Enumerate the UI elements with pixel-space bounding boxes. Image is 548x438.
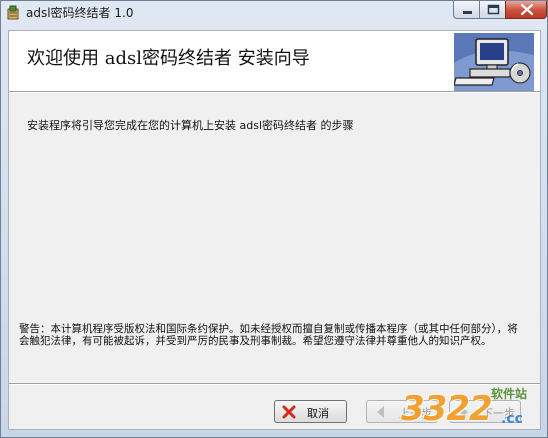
maximize-icon — [487, 4, 500, 15]
computer-disk-icon — [454, 33, 534, 91]
close-icon — [520, 3, 534, 16]
wizard-client-area: 欢迎使用 adsl密码终结者 安装向导 安装程序将引导您完成在您的计算机上安装 … — [8, 30, 541, 430]
copyright-warning: 警告：本计算机程序受版权法和国际条约保护。如未经授权而擅自复制或传播本程序（或其… — [19, 323, 518, 347]
intro-text: 安装程序将引导您完成在您的计算机上安装 adsl密码终结者 的步骤 — [27, 119, 354, 132]
watermark-suffix: .cc — [501, 411, 523, 427]
minimize-icon — [463, 11, 472, 14]
close-button[interactable] — [505, 1, 547, 19]
cancel-x-icon — [282, 405, 296, 419]
installer-app-icon — [7, 5, 19, 20]
maximize-button[interactable] — [479, 1, 506, 19]
window-title: adsl密码终结者 1.0 — [26, 6, 134, 20]
arrow-left-icon — [377, 406, 384, 418]
watermark-number: 3322 — [401, 389, 493, 429]
installer-window: adsl密码终结者 1.0 欢迎使用 adsl密码终结者 安装向导 安装程序将引… — [0, 0, 548, 438]
minimize-button[interactable] — [453, 1, 480, 19]
header-divider — [9, 91, 540, 93]
title-bar[interactable]: adsl密码终结者 1.0 — [1, 1, 547, 23]
watermark-logo: 软件站 3322 .cc — [391, 379, 541, 437]
cancel-button[interactable]: 取消 — [274, 400, 347, 423]
watermark-site-label: 软件站 — [491, 387, 528, 401]
cancel-label: 取消 — [307, 407, 329, 420]
page-title: 欢迎使用 adsl密码终结者 安装向导 — [27, 48, 310, 69]
wizard-header: 欢迎使用 adsl密码终结者 安装向导 — [9, 31, 540, 91]
